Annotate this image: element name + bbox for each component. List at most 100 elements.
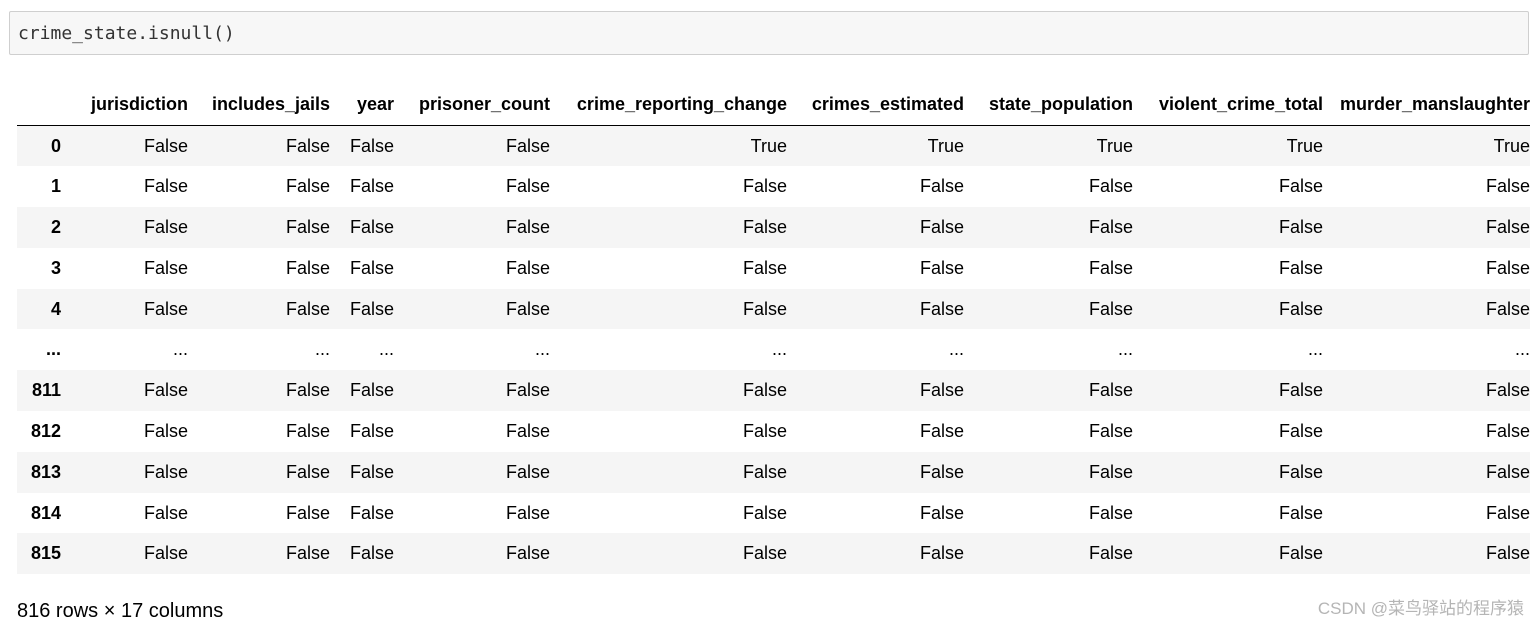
table-row: 2 False False False False False False False Fals…: [17, 207, 1530, 248]
code-cell-input[interactable]: crime_state.isnull(): [9, 11, 1529, 55]
row-index: 3: [50, 257, 61, 278]
table-row: 1 False False False False False False False Fals…: [17, 166, 1530, 207]
table-cell: False: [505, 502, 550, 523]
table-cell: False: [505, 420, 550, 441]
table-row: 812 False False False False False False False Fa…: [17, 411, 1530, 452]
column-header: prisoner_count: [394, 84, 550, 126]
table-cell: False: [919, 216, 964, 237]
table-cell: True: [1286, 135, 1323, 156]
table-cell: False: [285, 543, 330, 564]
table-cell: False: [1088, 543, 1133, 564]
table-cell: False: [349, 502, 394, 523]
table-cell: False: [285, 420, 330, 441]
table-cell: False: [505, 135, 550, 156]
table-cell: False: [1088, 298, 1133, 319]
table-cell: False: [919, 502, 964, 523]
table-cell: False: [742, 543, 787, 564]
table-cell: False: [1278, 502, 1323, 523]
table-cell: False: [919, 176, 964, 197]
table-cell: False: [1088, 216, 1133, 237]
column-header: murder_manslaughter: [1323, 84, 1530, 126]
column-header: state_population: [964, 84, 1133, 126]
table-cell: False: [742, 502, 787, 523]
row-index: 2: [50, 216, 61, 237]
table-cell: False: [143, 461, 188, 482]
table-cell: False: [1485, 502, 1530, 523]
table-body: 0 False False False False True True True True Tru…: [17, 125, 1530, 575]
table-cell: False: [349, 420, 394, 441]
table-cell: False: [143, 380, 188, 401]
column-header: crime_reporting_change: [550, 84, 787, 126]
table-cell: False: [143, 135, 188, 156]
table-cell: False: [285, 380, 330, 401]
table-cell: False: [742, 380, 787, 401]
row-index: 1: [50, 176, 61, 197]
table-cell: False: [742, 420, 787, 441]
table-cell: False: [742, 461, 787, 482]
table-cell: False: [143, 257, 188, 278]
dataframe-shape-text: 816 rows × 17 columns: [17, 600, 224, 622]
table-cell: False: [349, 135, 394, 156]
table-cell: False: [285, 502, 330, 523]
table-cell: False: [505, 461, 550, 482]
table-cell: False: [1485, 380, 1530, 401]
table-cell: False: [505, 298, 550, 319]
watermark: CSDN @菜鸟驿站的程序猿: [1317, 599, 1524, 618]
table-row: 3 False False False False False False False Fals…: [17, 248, 1530, 289]
table-cell: False: [349, 216, 394, 237]
column-header: violent_crime_total: [1133, 84, 1323, 126]
table-cell: ...: [1514, 339, 1530, 360]
table-cell: ...: [172, 339, 188, 360]
row-index: ...: [45, 339, 61, 360]
table-cell: False: [285, 176, 330, 197]
table-row: 815 False False False False False False False Fa…: [17, 533, 1530, 575]
table-row: 814 False False False False False False False Fa…: [17, 493, 1530, 534]
table-cell: False: [919, 298, 964, 319]
table-row: ..............................: [17, 329, 1530, 370]
table-cell: False: [1088, 461, 1133, 482]
table-cell: False: [1485, 420, 1530, 441]
table-cell: False: [742, 257, 787, 278]
code-text: crime_state.isnull(): [18, 22, 235, 44]
table-cell: False: [285, 298, 330, 319]
table-cell: False: [505, 216, 550, 237]
table-cell: False: [919, 420, 964, 441]
table-cell: False: [1278, 257, 1323, 278]
column-header: includes_jails: [188, 84, 330, 126]
table-cell: True: [750, 135, 787, 156]
table-row: 4 False False False False False False False Fals…: [17, 288, 1530, 330]
table-cell: False: [1088, 420, 1133, 441]
row-index: 4: [50, 298, 61, 319]
row-index: 815: [30, 543, 61, 564]
table-cell: ...: [314, 339, 330, 360]
table-cell: False: [742, 176, 787, 197]
table-cell: False: [505, 543, 550, 564]
column-header: crimes_estimated: [787, 84, 964, 126]
table-cell: False: [143, 176, 188, 197]
table-cell: False: [1278, 216, 1323, 237]
table-cell: False: [1485, 176, 1530, 197]
table-cell: ...: [1117, 339, 1133, 360]
table-cell: False: [285, 461, 330, 482]
table-cell: ...: [1307, 339, 1323, 360]
table-cell: False: [349, 298, 394, 319]
table-cell: False: [1485, 298, 1530, 319]
row-index: 814: [30, 502, 61, 523]
table-cell: False: [349, 543, 394, 564]
table-cell: True: [1493, 135, 1530, 156]
table-cell: False: [1278, 543, 1323, 564]
table-cell: False: [349, 461, 394, 482]
table-cell: False: [1278, 461, 1323, 482]
table-cell: False: [505, 380, 550, 401]
table-cell: False: [1278, 420, 1323, 441]
table-cell: False: [1485, 257, 1530, 278]
dataframe-table: jurisdiction includes_jails year prisoner_c…: [17, 84, 1530, 575]
row-index: 0: [50, 135, 61, 156]
table-cell: ...: [948, 339, 964, 360]
table-cell: False: [919, 543, 964, 564]
table-cell: False: [505, 176, 550, 197]
table-cell: True: [1096, 135, 1133, 156]
table-row: 811 False False False False False False False Fa…: [17, 370, 1530, 412]
table-cell: False: [1088, 380, 1133, 401]
column-header: jurisdiction: [67, 84, 188, 126]
